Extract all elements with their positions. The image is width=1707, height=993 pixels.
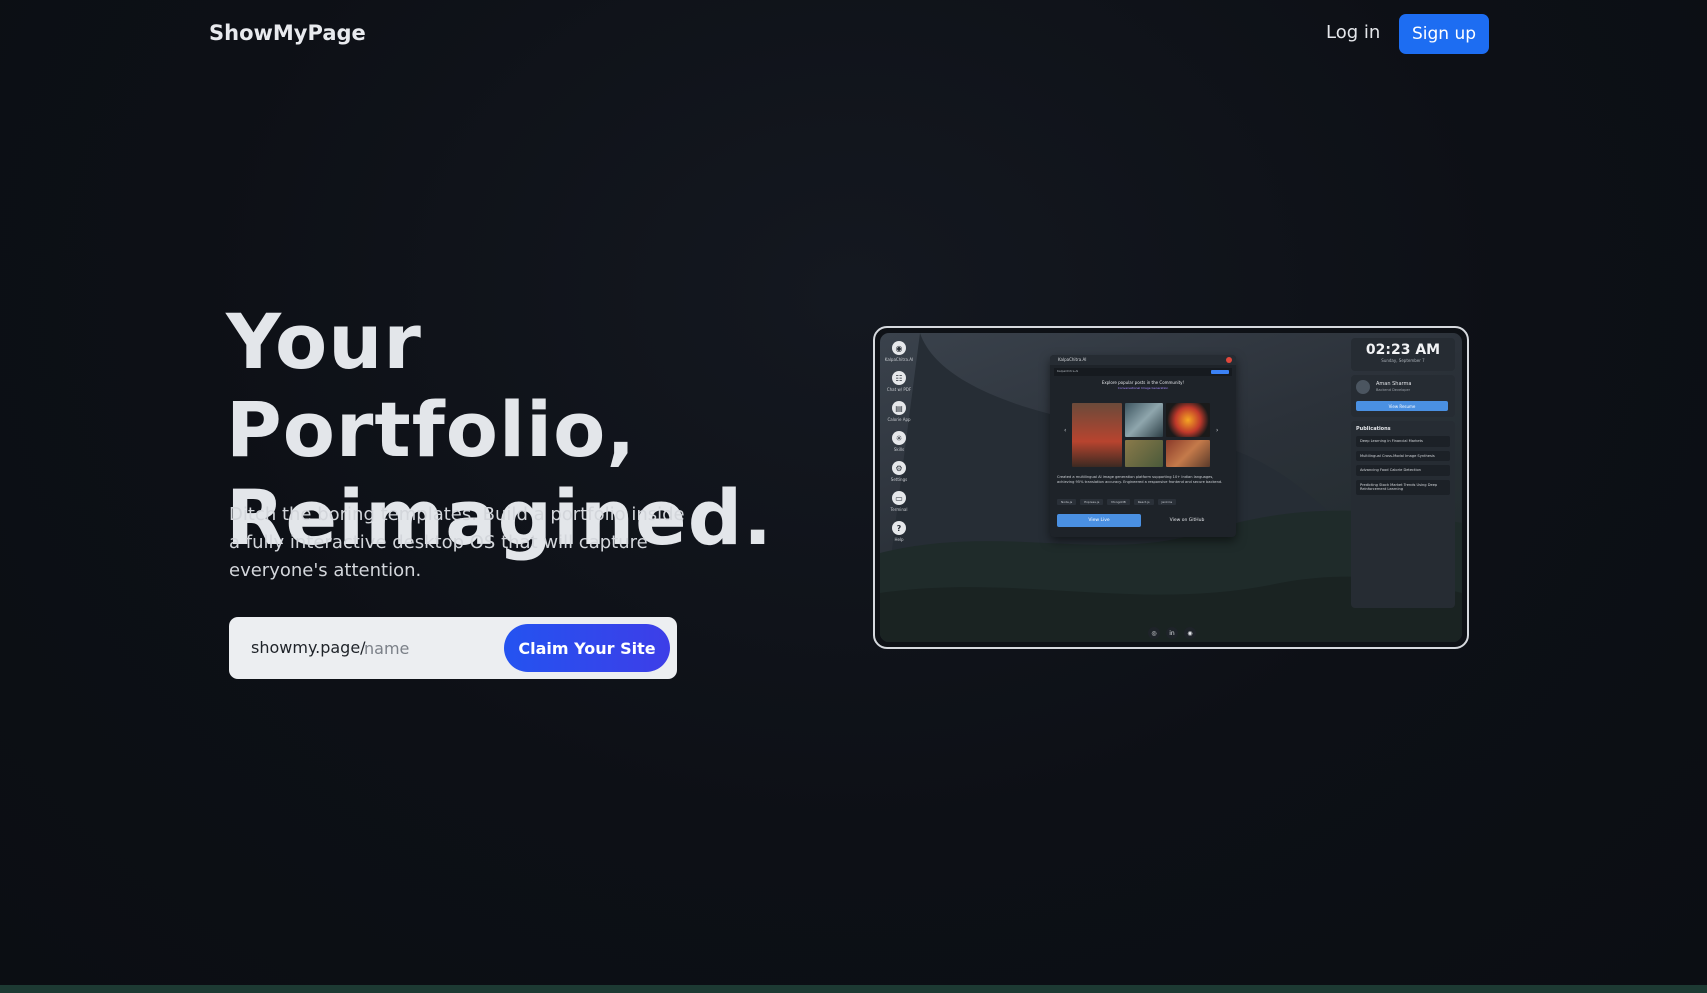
window-heading: Explore popular posts in the Community! xyxy=(1101,380,1185,385)
clock-widget: 02:23 AM Sunday, September 7 xyxy=(1351,338,1455,371)
avatar xyxy=(1356,380,1370,394)
publication-item[interactable]: Multilingual Cross-Modal Image Synthesis xyxy=(1356,450,1450,461)
terminal-icon: ▭ xyxy=(892,491,906,505)
project-description: Created a multilingual AI image generati… xyxy=(1057,475,1223,484)
dock-item-chat[interactable]: ☷ Chat w/ PDF xyxy=(886,371,912,401)
dock-label: Settings xyxy=(890,477,908,482)
github-icon[interactable]: ◎ xyxy=(1148,627,1160,639)
dock-item-kalpachitra[interactable]: ◉ KalpaChitra.AI xyxy=(884,341,914,371)
profile-role: Backend Developer xyxy=(1376,388,1411,392)
chevron-right-icon[interactable]: › xyxy=(1216,427,1218,434)
close-icon[interactable] xyxy=(1226,357,1232,363)
help-icon: ? xyxy=(892,521,906,535)
dock-label: Skills xyxy=(893,447,905,452)
view-github-button[interactable]: View on GitHub xyxy=(1145,514,1229,527)
gallery-image[interactable] xyxy=(1125,440,1163,467)
chevron-left-icon[interactable]: ‹ xyxy=(1064,427,1066,434)
dock-label: Terminal xyxy=(890,507,908,512)
publications-panel: Publications Deep Learning in Financial … xyxy=(1351,421,1455,608)
dock-item-skills[interactable]: ✳ Skills xyxy=(886,431,912,461)
dock-item-terminal[interactable]: ▭ Terminal xyxy=(886,491,912,521)
desktop-preview: ◉ KalpaChitra.AI ☷ Chat w/ PDF ▤ Calorie… xyxy=(873,326,1469,649)
claim-site-form: showmy.page/ Claim Your Site xyxy=(229,617,677,679)
calorie-icon: ▤ xyxy=(892,401,906,415)
background-watermark xyxy=(500,740,1060,840)
dock-item-settings[interactable]: ⚙ Settings xyxy=(886,461,912,491)
window-navbar: KalpaChitra.AI xyxy=(1054,368,1232,376)
headline-line-1: Your Portfolio, xyxy=(226,297,637,474)
skills-icon: ✳ xyxy=(892,431,906,445)
bottom-strip xyxy=(0,985,1707,993)
chat-icon: ☷ xyxy=(892,371,906,385)
app-logo-icon: ◉ xyxy=(892,341,906,355)
window-nav-label: KalpaChitra.AI xyxy=(1057,369,1079,373)
tech-tag: React.js xyxy=(1133,499,1154,505)
claim-site-button[interactable]: Claim Your Site xyxy=(504,624,670,672)
signup-button[interactable]: Sign up xyxy=(1399,14,1489,54)
gallery-image[interactable] xyxy=(1166,440,1210,467)
tech-tag: Node.js xyxy=(1057,499,1077,505)
tech-tag: MongoDB xyxy=(1107,499,1130,505)
publication-item[interactable]: Predicting Stock Market Trends Using Dee… xyxy=(1356,479,1450,495)
gallery-image[interactable] xyxy=(1072,403,1122,467)
dock-item-calorie[interactable]: ▤ Calorie App xyxy=(886,401,912,431)
dock-item-help[interactable]: ? Help xyxy=(886,521,912,551)
settings-icon: ⚙ xyxy=(892,461,906,475)
window-nav-button[interactable] xyxy=(1211,370,1229,374)
window-titlebar[interactable]: KalpaChitra.AI xyxy=(1050,355,1236,365)
dock-label: Calorie App xyxy=(887,417,911,422)
desktop-wallpaper: ◉ KalpaChitra.AI ☷ Chat w/ PDF ▤ Calorie… xyxy=(880,333,1462,642)
app-logo-icon[interactable]: ◉ xyxy=(1184,627,1196,639)
image-gallery: ‹ › xyxy=(1064,403,1224,469)
desktop-dock: ◉ KalpaChitra.AI ☷ Chat w/ PDF ▤ Calorie… xyxy=(884,341,914,551)
view-live-button[interactable]: View Live xyxy=(1057,514,1141,527)
gallery-image[interactable] xyxy=(1166,403,1210,437)
landing-page: ShowMyPage Log in Sign up Your Portfolio… xyxy=(0,0,1707,985)
view-resume-button[interactable]: View Resume xyxy=(1356,401,1448,411)
dock-label: Chat w/ PDF xyxy=(886,387,912,392)
project-window[interactable]: KalpaChitra.AI KalpaChitra.AI Explore po… xyxy=(1050,355,1236,537)
tech-tag: Jenkins xyxy=(1157,499,1177,505)
linkedin-icon[interactable]: in xyxy=(1166,627,1178,639)
site-logo[interactable]: ShowMyPage xyxy=(209,21,366,45)
publications-heading: Publications xyxy=(1356,426,1391,432)
site-name-input[interactable] xyxy=(364,632,494,664)
profile-name: Aman Sharma xyxy=(1376,381,1412,387)
window-title: KalpaChitra.AI xyxy=(1058,357,1087,362)
clock-date: Sunday, September 7 xyxy=(1381,358,1425,363)
window-subheading: Conversational Image Generation xyxy=(1117,386,1169,390)
url-prefix: showmy.page/ xyxy=(251,638,366,657)
gallery-image[interactable] xyxy=(1125,403,1163,437)
profile-card: Aman Sharma Backend Developer View Resum… xyxy=(1351,375,1455,417)
tech-tags: Node.js Express.js MongoDB React.js Jenk… xyxy=(1057,499,1177,505)
hero-subtext: Ditch the boring templates. Build a port… xyxy=(229,504,685,581)
dock-label: Help xyxy=(894,537,904,542)
dock-label: KalpaChitra.AI xyxy=(884,357,914,362)
publication-item[interactable]: Advancing Food Calorie Detection xyxy=(1356,465,1450,476)
side-panel: 02:23 AM Sunday, September 7 Aman Sharma… xyxy=(1351,338,1455,618)
clock-time: 02:23 AM xyxy=(1365,342,1441,358)
bottom-dock: ◎ in ◉ xyxy=(1148,627,1196,639)
publication-item[interactable]: Deep Learning in Financial Markets xyxy=(1356,436,1450,447)
tech-tag: Express.js xyxy=(1080,499,1104,505)
login-link[interactable]: Log in xyxy=(1326,22,1380,43)
